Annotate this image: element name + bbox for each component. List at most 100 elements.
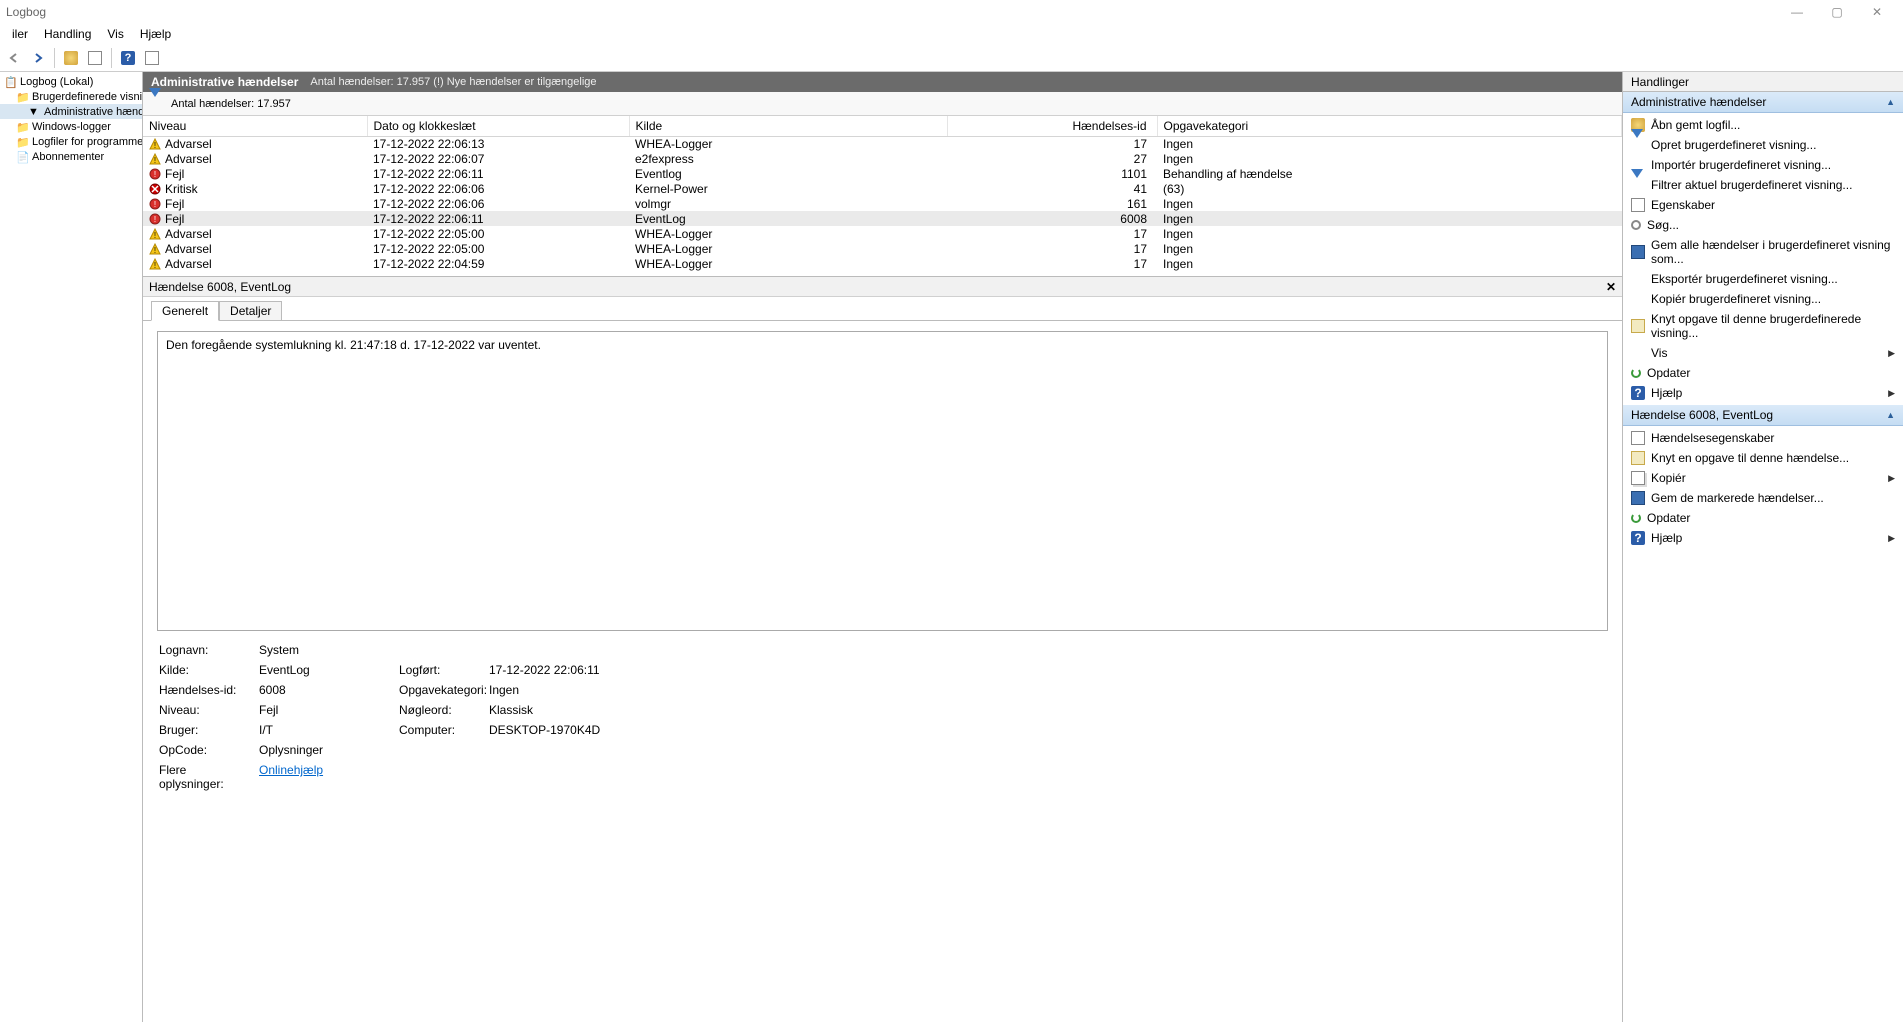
folder-icon: 📁 bbox=[16, 121, 28, 133]
row-task: Ingen bbox=[1157, 211, 1622, 226]
action-attach-task-event-label: Knyt en opgave til denne hændelse... bbox=[1651, 451, 1849, 465]
action-properties[interactable]: Egenskaber bbox=[1623, 195, 1903, 215]
action-create-view-label: Opret brugerdefineret visning... bbox=[1651, 138, 1816, 152]
action-refresh-2-label: Opdater bbox=[1647, 511, 1690, 525]
export-icon bbox=[1631, 272, 1645, 286]
row-level: Advarsel bbox=[165, 242, 212, 256]
chevron-right-icon: ▶ bbox=[1888, 348, 1895, 359]
toolbar: ? bbox=[0, 44, 1903, 72]
action-export-view[interactable]: Eksportér brugerdefineret visning... bbox=[1623, 269, 1903, 289]
table-row[interactable]: !Fejl17-12-2022 22:06:11EventLog6008Inge… bbox=[143, 211, 1622, 226]
action-help[interactable]: ?Hjælp▶ bbox=[1623, 383, 1903, 403]
tree-root[interactable]: 📋Logbog (Lokal) bbox=[0, 74, 142, 89]
warning-icon: ! bbox=[149, 228, 161, 240]
menu-filer[interactable]: iler bbox=[4, 25, 36, 43]
close-button[interactable]: ✕ bbox=[1857, 0, 1897, 24]
minimize-button[interactable]: — bbox=[1777, 0, 1817, 24]
toolbar-btn-3[interactable] bbox=[142, 48, 162, 68]
table-row[interactable]: !Fejl17-12-2022 22:06:06volmgr161Ingen bbox=[143, 196, 1622, 211]
tree-custom-views[interactable]: 📁Brugerdefinerede visninger bbox=[0, 89, 142, 104]
prop-keywords-v: Klassisk bbox=[489, 703, 639, 717]
tab-details[interactable]: Detaljer bbox=[219, 301, 282, 321]
col-datetime[interactable]: Dato og klokkeslæt bbox=[367, 116, 629, 136]
tree-app-logs[interactable]: 📁Logfiler for programmer og t bbox=[0, 134, 142, 149]
row-source: Eventlog bbox=[629, 166, 947, 181]
row-level: Advarsel bbox=[165, 152, 212, 166]
prop-taskcat-k: Opgavekategori: bbox=[399, 683, 479, 697]
event-grid-wrap[interactable]: Niveau Dato og klokkeslæt Kilde Hændelse… bbox=[143, 116, 1622, 276]
online-help-link[interactable]: Onlinehjælp bbox=[259, 763, 323, 777]
event-grid: Niveau Dato og klokkeslæt Kilde Hændelse… bbox=[143, 116, 1622, 271]
menu-handling[interactable]: Handling bbox=[36, 25, 99, 43]
col-task[interactable]: Opgavekategori bbox=[1157, 116, 1622, 136]
action-find[interactable]: Søg... bbox=[1623, 215, 1903, 235]
action-help-2[interactable]: ?Hjælp▶ bbox=[1623, 528, 1903, 548]
row-task: Ingen bbox=[1157, 226, 1622, 241]
row-datetime: 17-12-2022 22:05:00 bbox=[367, 241, 629, 256]
prop-user-v: I/T bbox=[259, 723, 389, 737]
warning-icon: ! bbox=[149, 243, 161, 255]
row-task: Ingen bbox=[1157, 241, 1622, 256]
filter-icon: ▼ bbox=[28, 106, 40, 118]
table-row[interactable]: !Advarsel17-12-2022 22:05:00WHEA-Logger1… bbox=[143, 226, 1622, 241]
table-row[interactable]: !Advarsel17-12-2022 22:06:13WHEA-Logger1… bbox=[143, 136, 1622, 151]
action-event-props[interactable]: Hændelsesegenskaber bbox=[1623, 428, 1903, 448]
row-level: Advarsel bbox=[165, 227, 212, 241]
toolbar-btn-2[interactable] bbox=[85, 48, 105, 68]
col-level[interactable]: Niveau bbox=[143, 116, 367, 136]
nav-back-button[interactable] bbox=[4, 48, 24, 68]
action-save-selected[interactable]: Gem de markerede hændelser... bbox=[1623, 488, 1903, 508]
detail-close-button[interactable]: ✕ bbox=[1606, 280, 1616, 294]
toolbar-btn-1[interactable] bbox=[61, 48, 81, 68]
action-open-log[interactable]: Åbn gemt logfil... bbox=[1623, 115, 1903, 135]
action-save-all[interactable]: Gem alle hændelser i brugerdefineret vis… bbox=[1623, 235, 1903, 269]
table-row[interactable]: !Fejl17-12-2022 22:06:11Eventlog1101Beha… bbox=[143, 166, 1622, 181]
row-level: Kritisk bbox=[165, 182, 198, 196]
action-copy-view[interactable]: Kopiér brugerdefineret visning... bbox=[1623, 289, 1903, 309]
tree-admin-events-label: Administrative hændelser bbox=[44, 106, 143, 118]
action-group-1[interactable]: Administrative hændelser ▲ bbox=[1623, 92, 1903, 113]
action-import-view[interactable]: Importér brugerdefineret visning... bbox=[1623, 155, 1903, 175]
col-eventid[interactable]: Hændelses-id bbox=[947, 116, 1157, 136]
actions-title: Handlinger bbox=[1623, 72, 1903, 92]
tab-general[interactable]: Generelt bbox=[151, 301, 219, 321]
action-view[interactable]: Vis▶ bbox=[1623, 343, 1903, 363]
filter-icon bbox=[1631, 138, 1645, 152]
tree-subs[interactable]: 📄Abonnementer bbox=[0, 149, 142, 164]
nav-fwd-button[interactable] bbox=[28, 48, 48, 68]
action-attach-task-view[interactable]: Knyt opgave til denne brugerdefinerede v… bbox=[1623, 309, 1903, 343]
row-datetime: 17-12-2022 22:06:06 bbox=[367, 196, 629, 211]
center-panel: Administrative hændelser Antal hændelser… bbox=[143, 72, 1623, 1022]
row-source: WHEA-Logger bbox=[629, 136, 947, 151]
action-group-2[interactable]: Hændelse 6008, EventLog ▲ bbox=[1623, 405, 1903, 426]
center-header: Administrative hændelser Antal hændelser… bbox=[143, 72, 1622, 92]
col-source[interactable]: Kilde bbox=[629, 116, 947, 136]
svg-text:!: ! bbox=[154, 246, 156, 255]
table-row[interactable]: !Advarsel17-12-2022 22:06:07e2fexpress27… bbox=[143, 151, 1622, 166]
prop-keywords-k: Nøgleord: bbox=[399, 703, 479, 717]
refresh-icon bbox=[1631, 368, 1641, 378]
table-row[interactable]: !Advarsel17-12-2022 22:04:59WHEA-Logger1… bbox=[143, 256, 1622, 271]
action-filter-view[interactable]: Filtrer aktuel brugerdefineret visning..… bbox=[1623, 175, 1903, 195]
action-copy[interactable]: Kopiér▶ bbox=[1623, 468, 1903, 488]
tree-windows-logs[interactable]: 📁Windows-logger bbox=[0, 119, 142, 134]
prop-opcode-v: Oplysninger bbox=[259, 743, 389, 757]
prop-logname-k: Lognavn: bbox=[159, 643, 249, 657]
action-create-view[interactable]: Opret brugerdefineret visning... bbox=[1623, 135, 1903, 155]
maximize-button[interactable]: ▢ bbox=[1817, 0, 1857, 24]
action-refresh-2[interactable]: Opdater bbox=[1623, 508, 1903, 528]
row-eventid: 161 bbox=[947, 196, 1157, 211]
row-datetime: 17-12-2022 22:05:00 bbox=[367, 226, 629, 241]
action-attach-task-event[interactable]: Knyt en opgave til denne hændelse... bbox=[1623, 448, 1903, 468]
row-eventid: 17 bbox=[947, 241, 1157, 256]
toolbar-help-button[interactable]: ? bbox=[118, 48, 138, 68]
collapse-icon: ▲ bbox=[1886, 410, 1895, 420]
warning-icon: ! bbox=[149, 258, 161, 270]
menu-vis[interactable]: Vis bbox=[99, 25, 131, 43]
menu-help[interactable]: Hjælp bbox=[132, 25, 179, 43]
table-row[interactable]: !Advarsel17-12-2022 22:05:00WHEA-Logger1… bbox=[143, 241, 1622, 256]
action-refresh[interactable]: Opdater bbox=[1623, 363, 1903, 383]
tree-admin-events[interactable]: ▼ Administrative hændelser bbox=[0, 104, 142, 119]
table-row[interactable]: Kritisk17-12-2022 22:06:06Kernel-Power41… bbox=[143, 181, 1622, 196]
tree-panel: 📋Logbog (Lokal) 📁Brugerdefinerede visnin… bbox=[0, 72, 143, 1022]
